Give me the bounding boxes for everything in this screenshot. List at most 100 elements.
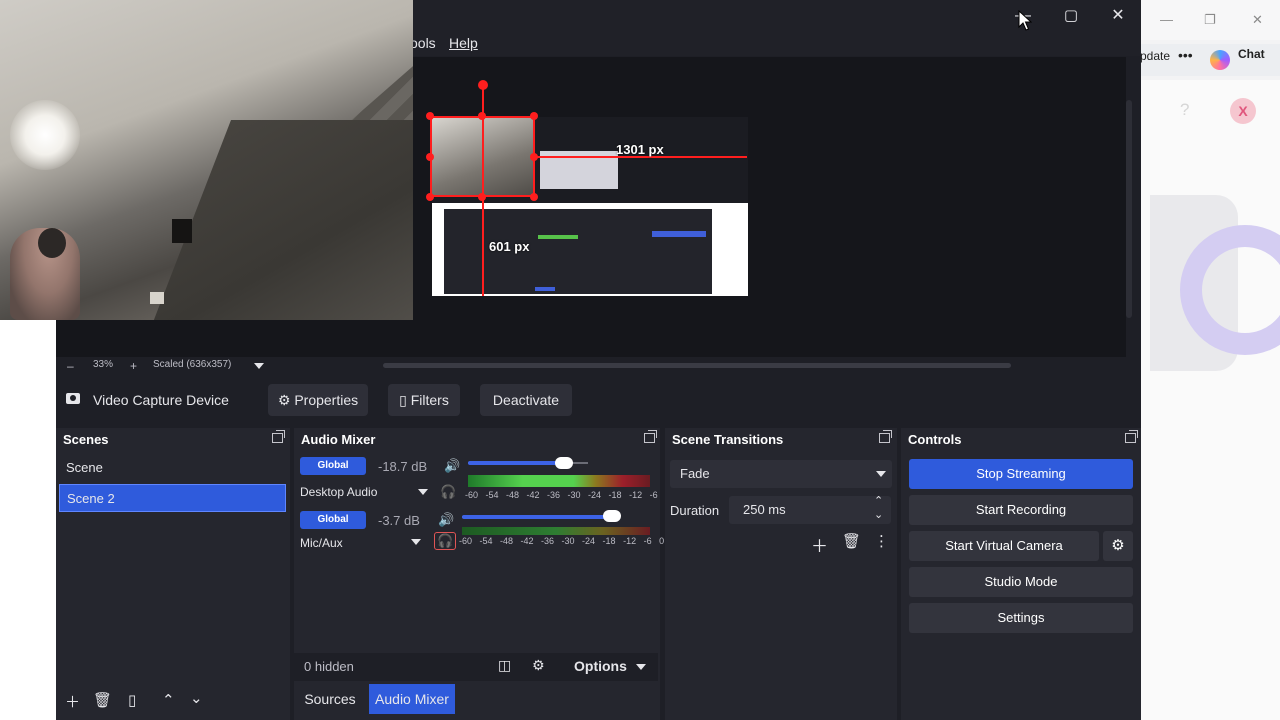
transition-properties-icon[interactable]: ⋮ <box>874 532 889 550</box>
camera-icon <box>66 393 80 404</box>
virtual-camera-settings-button[interactable]: ⚙ <box>1103 531 1133 561</box>
zoom-out-button[interactable]: – <box>67 359 74 373</box>
close-button[interactable]: ✕ <box>1103 6 1133 26</box>
options-button[interactable]: Options <box>574 658 627 674</box>
preview-nested-meter <box>538 235 578 239</box>
mic-aux-name: Mic/Aux <box>300 536 343 550</box>
height-dimension-label: 601 px <box>489 239 530 254</box>
scenes-title: Scenes <box>63 432 109 447</box>
add-transition-icon[interactable]: ＋ <box>811 532 828 557</box>
remove-transition-icon[interactable]: 🗑 <box>842 532 861 550</box>
close-badge-icon[interactable]: X <box>1230 98 1256 124</box>
source-selection-box[interactable] <box>430 116 535 197</box>
maximize-button[interactable]: ▢ <box>1056 6 1086 26</box>
browser-page <box>1140 80 1280 720</box>
rotation-handle[interactable] <box>478 80 488 90</box>
move-down-icon[interactable]: ⌄ <box>190 689 203 707</box>
settings-button[interactable]: Settings <box>909 603 1133 633</box>
controls-dock: Controls Stop Streaming Start Recording … <box>901 428 1141 720</box>
tab-sources[interactable]: Sources <box>293 684 367 714</box>
speaker-icon[interactable]: 🔊 <box>444 458 460 474</box>
desktop-audio-slider-fill <box>468 461 564 465</box>
filters-button[interactable]: ▯ Filters <box>388 384 460 416</box>
properties-button[interactable]: ⚙ Properties <box>268 384 368 416</box>
resize-handle-t[interactable] <box>478 112 486 120</box>
update-button[interactable]: pdate <box>1140 49 1170 63</box>
desktop-audio-slider-knob[interactable] <box>555 457 573 469</box>
source-toolbar: Video Capture Device ⚙ Properties ▯ Filt… <box>56 382 1141 418</box>
float-dock-icon[interactable] <box>1125 430 1138 443</box>
person-head <box>38 228 66 258</box>
layout-toggle-icon[interactable]: ◫ <box>498 657 511 674</box>
mic-aux-slider-knob[interactable] <box>602 510 621 522</box>
preview-nested-button <box>652 231 706 237</box>
desktop-audio-menu-icon[interactable] <box>418 489 428 495</box>
menu-tools[interactable]: ools <box>410 35 436 51</box>
duration-increase-icon[interactable]: ⌃ <box>874 494 883 507</box>
chat-button[interactable]: Chat <box>1238 47 1265 61</box>
scaled-resolution: Scaled (636x357) <box>153 359 232 370</box>
resize-handle-bl[interactable] <box>426 193 434 201</box>
mic-aux-db: -3.7 dB <box>378 513 420 528</box>
desktop-audio-scale: -60 -54 -48 -42 -36 -30 -24 -18 -12 -6 0 <box>465 490 671 500</box>
add-scene-icon[interactable]: ＋ <box>65 691 80 712</box>
advanced-audio-icon[interactable]: ⚙ <box>532 657 545 674</box>
monitor-off-icon[interactable]: 🎧 <box>440 484 456 500</box>
transition-select[interactable]: Fade <box>670 460 892 488</box>
stop-streaming-button[interactable]: Stop Streaming <box>909 459 1133 489</box>
duration-decrease-icon[interactable]: ⌄ <box>874 508 883 521</box>
start-recording-button[interactable]: Start Recording <box>909 495 1133 525</box>
zoom-dropdown-icon[interactable] <box>254 363 264 369</box>
preview-nested-tab <box>535 287 555 291</box>
resize-handle-b[interactable] <box>478 193 486 201</box>
preview-vertical-scrollbar[interactable] <box>1126 100 1132 318</box>
scene-filters-icon[interactable]: ▯ <box>128 691 136 709</box>
more-options-icon[interactable]: ••• <box>1178 47 1193 63</box>
start-virtual-camera-button[interactable]: Start Virtual Camera <box>909 531 1099 561</box>
scene-list-item[interactable]: Scene <box>59 454 286 482</box>
duration-label: Duration <box>670 503 720 518</box>
webcam-overlay <box>0 0 413 320</box>
monitor-off-icon[interactable]: 🎧 <box>434 532 457 550</box>
chevron-down-icon <box>876 471 886 477</box>
resize-handle-tr[interactable] <box>530 112 538 120</box>
hidden-count: 0 hidden <box>304 659 354 674</box>
width-dimension-label: 1301 px <box>616 142 664 157</box>
options-dropdown-icon[interactable] <box>636 664 646 670</box>
duration-input[interactable]: 250 ms <box>729 496 891 524</box>
global-audio-badge[interactable]: Global <box>300 457 366 475</box>
float-dock-icon[interactable] <box>272 430 285 443</box>
resize-handle-tl[interactable] <box>426 112 434 120</box>
float-dock-icon[interactable] <box>879 430 892 443</box>
browser-close-button[interactable]: ✕ <box>1252 12 1263 28</box>
scene-transitions-title: Scene Transitions <box>672 432 784 447</box>
desktop-audio-meter <box>468 475 650 487</box>
audio-mixer-title: Audio Mixer <box>301 432 376 447</box>
menu-help[interactable]: Help <box>449 35 478 51</box>
scene-transitions-dock: Scene Transitions Fade Duration 250 ms ⌃… <box>665 428 897 720</box>
zoom-in-button[interactable]: + <box>130 359 137 373</box>
resize-handle-br[interactable] <box>530 193 538 201</box>
deactivate-button[interactable]: Deactivate <box>480 384 572 416</box>
selected-source-name: Video Capture Device <box>93 392 229 408</box>
global-audio-badge[interactable]: Global <box>300 511 366 529</box>
wall-outlet <box>150 292 164 304</box>
preview-horizontal-scrollbar[interactable] <box>383 363 1011 368</box>
speaker-icon[interactable]: 🔊 <box>438 512 454 528</box>
preview-nested-docks <box>444 209 712 294</box>
move-up-icon[interactable]: ⌃ <box>162 691 175 709</box>
gear-icon: ⚙ <box>1111 537 1125 554</box>
resize-handle-r[interactable] <box>530 153 538 161</box>
help-icon[interactable]: ? <box>1180 100 1189 120</box>
controls-title: Controls <box>908 432 962 447</box>
resize-handle-l[interactable] <box>426 153 434 161</box>
scene-list-item-selected[interactable]: Scene 2 <box>59 484 286 512</box>
mic-aux-menu-icon[interactable] <box>411 539 421 545</box>
mic-aux-meter <box>462 527 650 535</box>
browser-maximize-button[interactable]: ❐ <box>1204 12 1216 28</box>
remove-scene-icon[interactable]: 🗑 <box>93 691 112 709</box>
studio-mode-button[interactable]: Studio Mode <box>909 567 1133 597</box>
float-dock-icon[interactable] <box>644 430 657 443</box>
browser-minimize-button[interactable]: — <box>1160 12 1173 27</box>
tab-audio-mixer[interactable]: Audio Mixer <box>369 684 455 714</box>
